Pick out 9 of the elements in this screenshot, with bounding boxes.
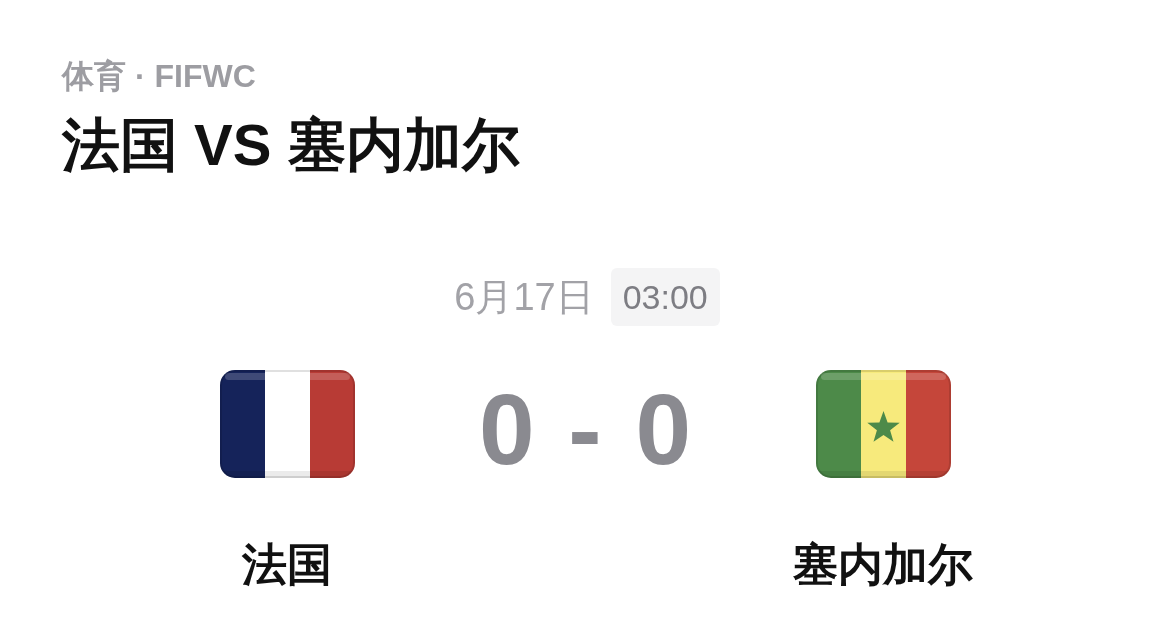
match-title: 法国 VS 塞内加尔 (62, 111, 520, 179)
star-flag-icon (815, 370, 951, 478)
tricolor-flag-icon (219, 370, 355, 478)
team-name: 塞内加尔 (793, 538, 973, 591)
match-score: 0 - 0 (478, 374, 692, 484)
category-label: 体育 · FIFWC (62, 57, 256, 95)
team-name: 法国 (242, 538, 332, 591)
match-time: 03:00 (610, 268, 720, 326)
match-date: 6月17日 (454, 275, 594, 319)
